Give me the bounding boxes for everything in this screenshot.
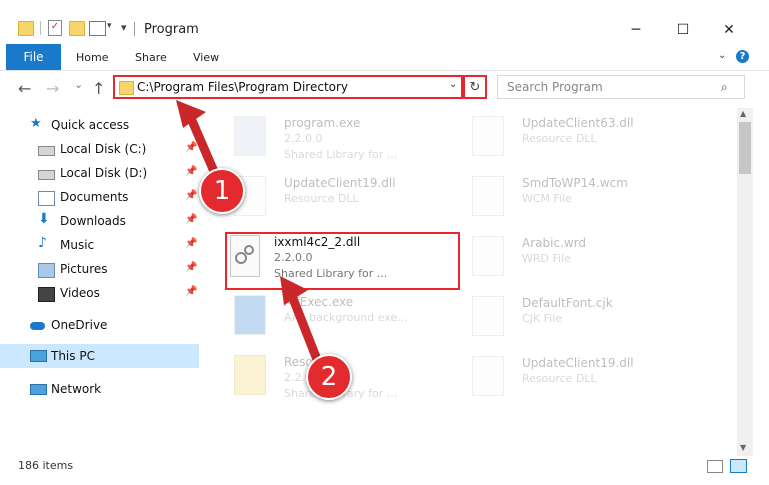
step-1-badge: 1	[199, 168, 245, 214]
step-2-badge: 2	[306, 354, 352, 400]
annotation-arrows	[176, 100, 323, 367]
arrow-1	[176, 100, 221, 181]
arrow-2	[280, 276, 323, 367]
